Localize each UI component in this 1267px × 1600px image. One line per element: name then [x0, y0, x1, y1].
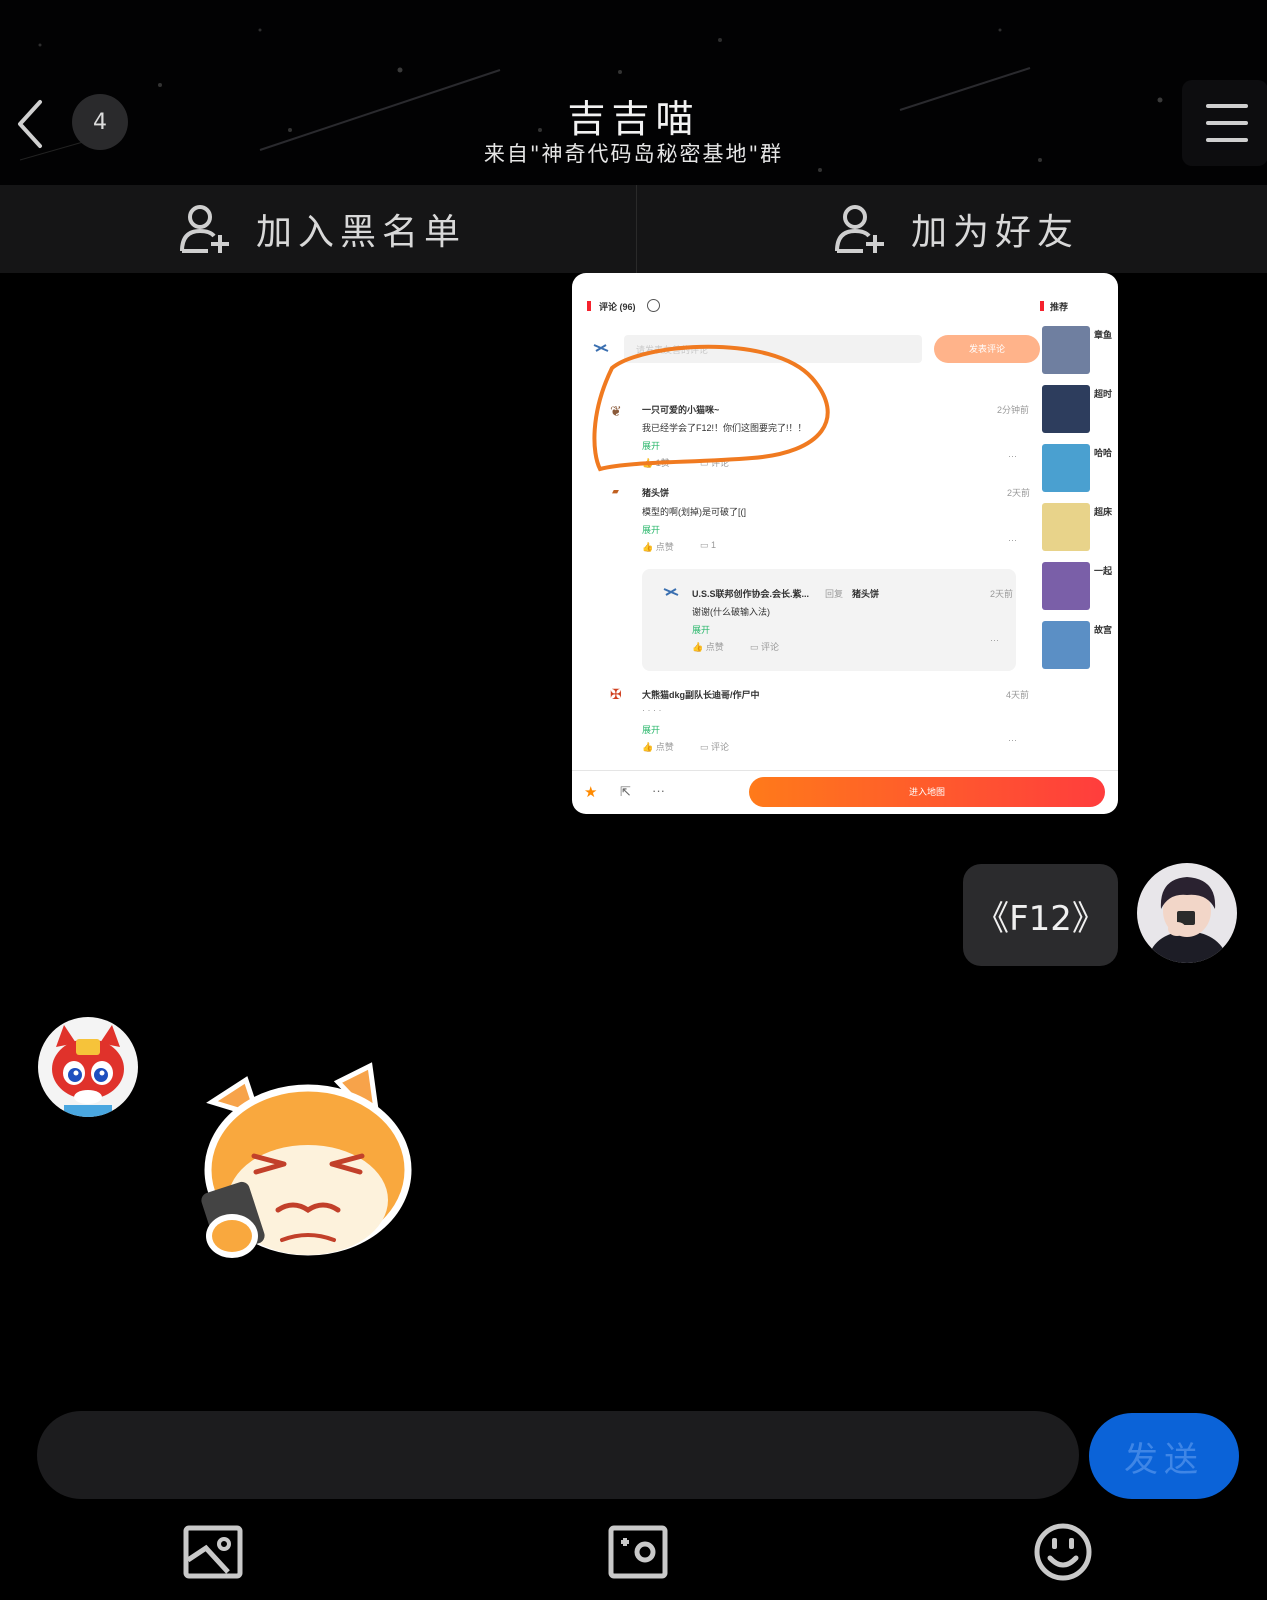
highlight-circle [592, 344, 830, 472]
message-input[interactable] [37, 1411, 1079, 1499]
chat-subtitle: 来自"神奇代码岛秘密基地"群 [483, 142, 784, 166]
cat-sticker-image [201, 1062, 412, 1258]
mascot-avatar-image [38, 1017, 138, 1117]
star-icon[interactable]: ★ [584, 783, 597, 801]
hamburger-icon [1206, 104, 1248, 108]
emoji-button[interactable] [1028, 1518, 1098, 1588]
image-button[interactable] [178, 1518, 248, 1588]
person-add-icon [180, 205, 229, 253]
camera-icon [608, 1525, 668, 1579]
my-avatar[interactable] [1137, 863, 1237, 963]
chat-header: 4 吉吉喵 来自"神奇代码岛秘密基地"群 [0, 0, 1267, 185]
action-divider [636, 185, 637, 273]
anime-avatar-image [1137, 863, 1237, 963]
camera-button[interactable] [603, 1518, 673, 1588]
more-icon[interactable]: ··· [652, 783, 665, 798]
menu-button[interactable] [1182, 80, 1267, 166]
image-message[interactable]: 评论 (96) 推荐 请发表友善的评论 发表评论 ❦ 一只可爱的小猫咪~ 2分钟… [572, 273, 1118, 814]
add-to-blacklist-button[interactable]: 加入黑名单 [180, 185, 466, 273]
blacklist-label: 加入黑名单 [256, 212, 467, 253]
share-icon[interactable]: ⇱ [620, 784, 631, 800]
enter-map-button[interactable]: 进入地图 [749, 777, 1105, 807]
person-add-icon [835, 205, 884, 253]
sticker-message[interactable] [198, 1060, 423, 1280]
text-message-bubble[interactable]: 《F12》 [963, 864, 1118, 966]
add-friend-label: 加为好友 [911, 212, 1080, 253]
add-friend-button[interactable]: 加为好友 [835, 185, 1079, 273]
image-icon [183, 1525, 243, 1579]
emoji-icon [1034, 1523, 1092, 1581]
send-button[interactable]: 发送 [1089, 1413, 1239, 1499]
chat-title: 吉吉喵 [567, 97, 700, 141]
sender-avatar[interactable] [38, 1017, 138, 1117]
